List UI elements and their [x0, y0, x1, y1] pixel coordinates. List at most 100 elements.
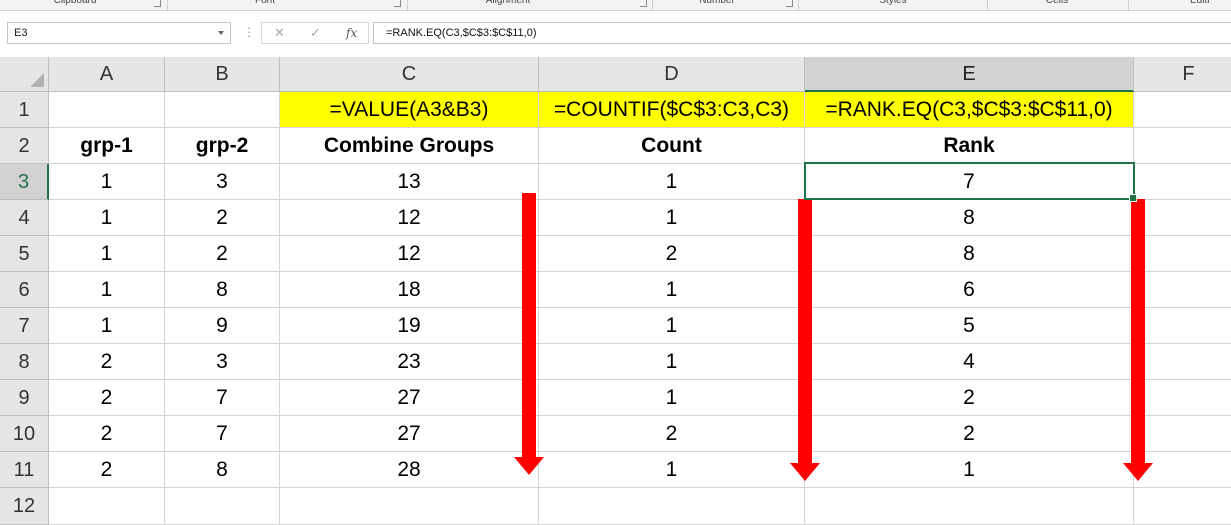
cell-b11[interactable]: 8 — [165, 452, 280, 488]
cell-d6[interactable]: 1 — [539, 272, 805, 308]
row-header-5[interactable]: 5 — [0, 236, 49, 272]
cell-e1[interactable]: =RANK.EQ(C3,$C$3:$C$11,0) — [805, 92, 1134, 128]
cell-b8[interactable]: 3 — [165, 344, 280, 380]
cell-e8[interactable]: 4 — [805, 344, 1134, 380]
cell-b6[interactable]: 8 — [165, 272, 280, 308]
cell-e2[interactable]: Rank — [805, 128, 1134, 164]
row-header-1[interactable]: 1 — [0, 92, 49, 128]
cell-c12[interactable] — [280, 488, 539, 525]
cell-b9[interactable]: 7 — [165, 380, 280, 416]
cell-e6[interactable]: 6 — [805, 272, 1134, 308]
cell-a5[interactable]: 1 — [49, 236, 165, 272]
cancel-icon[interactable]: ✕ — [274, 25, 285, 41]
ribbon-group-clipboard[interactable]: Clipboard — [30, 0, 120, 10]
cell-b4[interactable]: 2 — [165, 200, 280, 236]
column-header-f[interactable]: F — [1134, 57, 1231, 92]
cell-f3[interactable] — [1134, 164, 1231, 200]
cell-a9[interactable]: 2 — [49, 380, 165, 416]
enter-check-icon[interactable]: ✓ — [310, 25, 321, 41]
cell-b3[interactable]: 3 — [165, 164, 280, 200]
cell-a10[interactable]: 2 — [49, 416, 165, 452]
row-header-11[interactable]: 11 — [0, 452, 49, 488]
cell-d5[interactable]: 2 — [539, 236, 805, 272]
cell-c3[interactable]: 13 — [280, 164, 539, 200]
cell-c5[interactable]: 12 — [280, 236, 539, 272]
ribbon-group-cells[interactable]: Cells — [1012, 0, 1102, 10]
cell-d2[interactable]: Count — [539, 128, 805, 164]
cell-e11[interactable]: 1 — [805, 452, 1134, 488]
name-box[interactable]: E3 — [7, 22, 231, 44]
cell-b1[interactable] — [165, 92, 280, 128]
cell-a6[interactable]: 1 — [49, 272, 165, 308]
row-header-4[interactable]: 4 — [0, 200, 49, 236]
cell-c4[interactable]: 12 — [280, 200, 539, 236]
cell-d7[interactable]: 1 — [539, 308, 805, 344]
cell-b5[interactable]: 2 — [165, 236, 280, 272]
cell-d9[interactable]: 1 — [539, 380, 805, 416]
cell-d12[interactable] — [539, 488, 805, 525]
cell-c1[interactable]: =VALUE(A3&B3) — [280, 92, 539, 128]
row-header-12[interactable]: 12 — [0, 488, 49, 525]
column-header-c[interactable]: C — [280, 57, 539, 92]
cell-d1[interactable]: =COUNTIF($C$3:C3,C3) — [539, 92, 805, 128]
cell-c7[interactable]: 19 — [280, 308, 539, 344]
column-header-e[interactable]: E — [805, 57, 1134, 92]
cell-d10[interactable]: 2 — [539, 416, 805, 452]
row-header-8[interactable]: 8 — [0, 344, 49, 380]
cell-b12[interactable] — [165, 488, 280, 525]
cell-c8[interactable]: 23 — [280, 344, 539, 380]
column-header-a[interactable]: A — [49, 57, 165, 92]
cell-c10[interactable]: 27 — [280, 416, 539, 452]
column-header-b[interactable]: B — [165, 57, 280, 92]
cell-e7[interactable]: 5 — [805, 308, 1134, 344]
formula-input[interactable]: =RANK.EQ(C3,$C$3:$C$11,0) — [373, 22, 1231, 44]
row-header-7[interactable]: 7 — [0, 308, 49, 344]
row-header-9[interactable]: 9 — [0, 380, 49, 416]
cell-a12[interactable] — [49, 488, 165, 525]
cell-f12[interactable] — [1134, 488, 1231, 525]
cell-d3[interactable]: 1 — [539, 164, 805, 200]
alignment-launcher-icon[interactable] — [640, 0, 647, 7]
cell-d4[interactable]: 1 — [539, 200, 805, 236]
cell-a1[interactable] — [49, 92, 165, 128]
ribbon-group-editing[interactable]: Editi — [1190, 0, 1231, 10]
row-header-2[interactable]: 2 — [0, 128, 49, 164]
cell-a4[interactable]: 1 — [49, 200, 165, 236]
cell-a11[interactable]: 2 — [49, 452, 165, 488]
cell-e3[interactable]: 7 — [805, 164, 1134, 200]
more-options-icon[interactable]: ⋮ — [243, 25, 255, 39]
number-launcher-icon[interactable] — [786, 0, 793, 7]
cell-c6[interactable]: 18 — [280, 272, 539, 308]
cell-a8[interactable]: 2 — [49, 344, 165, 380]
ribbon-group-font[interactable]: Font — [220, 0, 310, 10]
cell-e10[interactable]: 2 — [805, 416, 1134, 452]
cell-b2[interactable]: grp-2 — [165, 128, 280, 164]
row-header-6[interactable]: 6 — [0, 272, 49, 308]
ribbon-group-alignment[interactable]: Alignment — [460, 0, 556, 10]
cell-b7[interactable]: 9 — [165, 308, 280, 344]
chevron-down-icon[interactable] — [218, 31, 224, 35]
column-header-d[interactable]: D — [539, 57, 805, 92]
insert-function-icon[interactable]: fx — [346, 26, 357, 40]
ribbon-group-styles[interactable]: Styles — [848, 0, 938, 10]
cell-d11[interactable]: 1 — [539, 452, 805, 488]
cell-c9[interactable]: 27 — [280, 380, 539, 416]
cell-f2[interactable] — [1134, 128, 1231, 164]
cell-a2[interactable]: grp-1 — [49, 128, 165, 164]
select-all-button[interactable] — [0, 57, 49, 92]
cell-d8[interactable]: 1 — [539, 344, 805, 380]
cell-e9[interactable]: 2 — [805, 380, 1134, 416]
cell-e12[interactable] — [805, 488, 1134, 525]
clipboard-launcher-icon[interactable] — [154, 0, 161, 7]
ribbon-group-number[interactable]: Number — [672, 0, 762, 10]
font-launcher-icon[interactable] — [394, 0, 401, 7]
cell-b10[interactable]: 7 — [165, 416, 280, 452]
cell-a3[interactable]: 1 — [49, 164, 165, 200]
row-header-3[interactable]: 3 — [0, 164, 49, 200]
cell-e4[interactable]: 8 — [805, 200, 1134, 236]
cell-e5[interactable]: 8 — [805, 236, 1134, 272]
cell-a7[interactable]: 1 — [49, 308, 165, 344]
cell-c11[interactable]: 28 — [280, 452, 539, 488]
cell-c2[interactable]: Combine Groups — [280, 128, 539, 164]
cell-f1[interactable] — [1134, 92, 1231, 128]
